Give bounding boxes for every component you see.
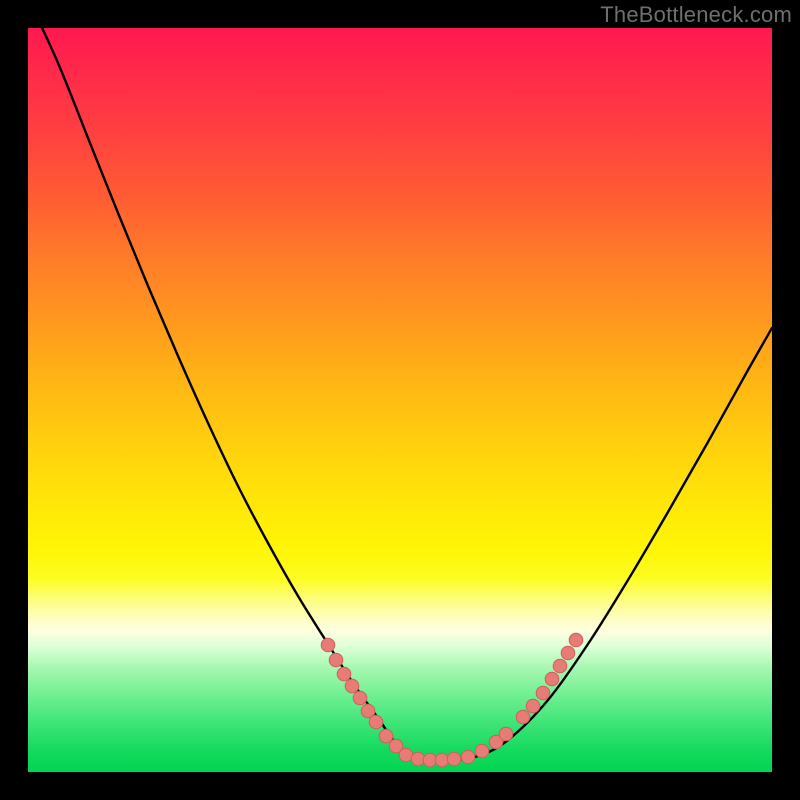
valley-dot (499, 727, 513, 741)
valley-dot (329, 653, 343, 667)
valley-dot (561, 646, 575, 660)
watermark-text: TheBottleneck.com (600, 2, 792, 28)
valley-dots-group (321, 633, 583, 767)
curve-svg (28, 28, 772, 772)
valley-dot (337, 667, 351, 681)
valley-dot (516, 710, 530, 724)
valley-dot (536, 686, 550, 700)
valley-dot (435, 753, 449, 767)
valley-dot (553, 659, 567, 673)
valley-dot (353, 691, 367, 705)
valley-dot (461, 750, 475, 764)
valley-dot (411, 752, 425, 766)
valley-dot (321, 638, 335, 652)
valley-dot (345, 679, 359, 693)
valley-dot (369, 715, 383, 729)
bottleneck-curve (28, 28, 772, 760)
valley-dot (526, 699, 540, 713)
valley-dot (447, 752, 461, 766)
plot-area (28, 28, 772, 772)
valley-dot (475, 744, 489, 758)
valley-dot (569, 633, 583, 647)
valley-dot (379, 729, 393, 743)
chart-frame: TheBottleneck.com (0, 0, 800, 800)
valley-dot (545, 672, 559, 686)
